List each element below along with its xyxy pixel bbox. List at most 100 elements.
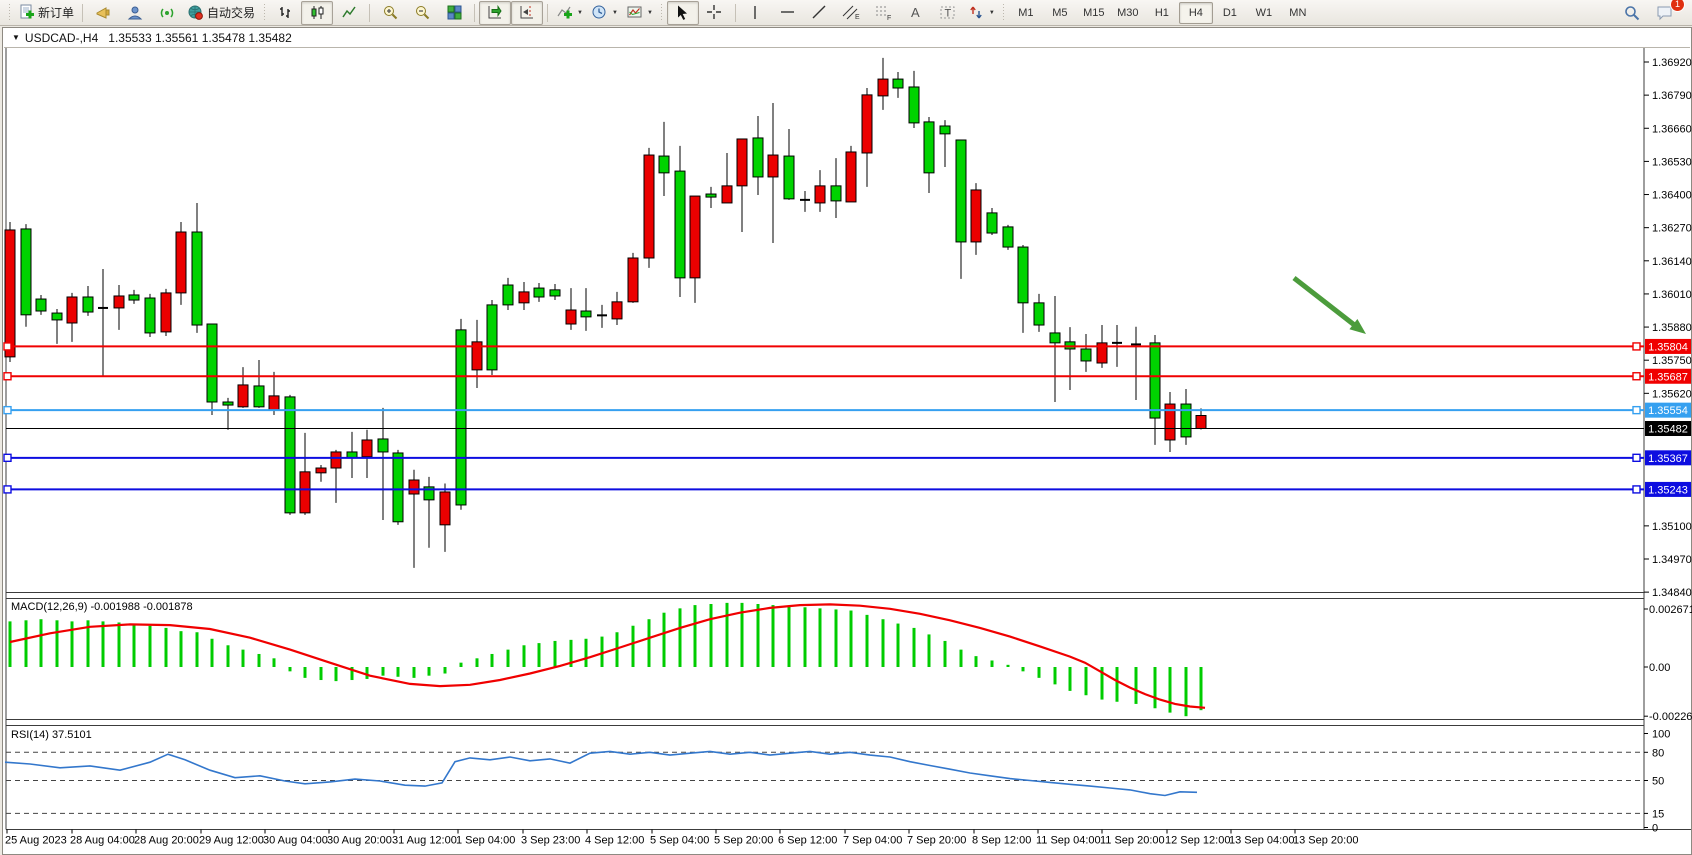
svg-text:1.35554: 1.35554: [1648, 405, 1688, 417]
text-label-icon: T: [939, 4, 956, 21]
auto-scroll-button[interactable]: [479, 1, 511, 25]
timeframe-button-MN[interactable]: MN: [1281, 2, 1315, 24]
svg-text:1.35367: 1.35367: [1648, 453, 1688, 465]
text-tool-button[interactable]: A: [900, 1, 932, 25]
auto-trading-button[interactable]: 自动交易: [183, 1, 259, 25]
svg-text:11 Sep 20:00: 11 Sep 20:00: [1100, 835, 1165, 847]
broadcast-button[interactable]: [87, 1, 119, 25]
svg-text:1.34970: 1.34970: [1652, 554, 1692, 566]
svg-text:1.35482: 1.35482: [1648, 424, 1688, 436]
line-chart-type-button[interactable]: [333, 1, 365, 25]
templates-button[interactable]: ▼: [622, 1, 657, 25]
svg-text:8 Sep 12:00: 8 Sep 12:00: [972, 835, 1031, 847]
search-icon: [1623, 4, 1641, 22]
arrows-tool-button[interactable]: ▼: [964, 1, 999, 25]
chart-shift-icon: [519, 4, 536, 21]
horizontal-line-icon: [779, 4, 796, 21]
rsi-label: RSI(14) 37.5101: [11, 729, 92, 741]
fibonacci-tool-button[interactable]: F: [868, 1, 900, 25]
svg-text:1.34840: 1.34840: [1652, 587, 1692, 599]
candlestick-chart-type-button[interactable]: [301, 1, 333, 25]
toolbar-grip: [262, 4, 266, 22]
crosshair-button[interactable]: [699, 1, 731, 25]
svg-text:1.36270: 1.36270: [1652, 223, 1692, 235]
signal-icon: [159, 4, 176, 21]
svg-text:1.36660: 1.36660: [1652, 123, 1692, 135]
time-axis[interactable]: 25 Aug 202328 Aug 04:0028 Aug 20:0029 Au…: [5, 830, 1358, 847]
search-button[interactable]: [1616, 1, 1648, 25]
indicators-icon: [556, 4, 573, 21]
svg-text:-0.002265: -0.002265: [1649, 711, 1692, 723]
new-order-button[interactable]: 新订单: [14, 1, 78, 25]
svg-text:1.36400: 1.36400: [1652, 190, 1692, 202]
chat-button[interactable]: 1: [1648, 1, 1680, 25]
separator: [474, 4, 475, 22]
auto-trading-label: 自动交易: [207, 4, 255, 21]
timeframe-button-M1[interactable]: M1: [1009, 2, 1043, 24]
timeframe-button-M5[interactable]: M5: [1043, 2, 1077, 24]
periods-button[interactable]: ▼: [587, 1, 622, 25]
mt5-window: 新订单: [0, 0, 1692, 855]
svg-text:A: A: [911, 5, 920, 20]
line-chart-icon: [341, 4, 358, 21]
svg-text:1.36140: 1.36140: [1652, 256, 1692, 268]
candlestick-icon: [309, 4, 326, 21]
svg-text:1.35100: 1.35100: [1652, 521, 1692, 533]
svg-text:0.00: 0.00: [1649, 662, 1670, 674]
svg-text:31 Aug 12:00: 31 Aug 12:00: [392, 835, 457, 847]
tile-windows-button[interactable]: [438, 1, 470, 25]
chart-menu-triangle-icon[interactable]: ▼: [12, 33, 20, 42]
timeframe-button-D1[interactable]: D1: [1213, 2, 1247, 24]
timeframe-button-H4[interactable]: H4: [1179, 2, 1213, 24]
svg-text:4 Sep 12:00: 4 Sep 12:00: [585, 835, 644, 847]
timeframe-button-M15[interactable]: M15: [1077, 2, 1111, 24]
auto-trading-icon: [187, 4, 204, 21]
text-icon: A: [907, 4, 924, 21]
timeframe-button-H1[interactable]: H1: [1145, 2, 1179, 24]
profile-icon: [127, 4, 144, 21]
svg-text:7 Sep 20:00: 7 Sep 20:00: [907, 835, 966, 847]
bar-chart-type-button[interactable]: [269, 1, 301, 25]
chart-shift-button[interactable]: [511, 1, 543, 25]
bar-chart-icon: [277, 4, 294, 21]
svg-text:25 Aug 2023: 25 Aug 2023: [5, 835, 67, 847]
svg-text:E: E: [855, 14, 860, 21]
crosshair-icon: [706, 4, 723, 21]
zoom-in-icon: [382, 4, 399, 21]
notification-badge: 1: [1670, 0, 1685, 12]
horizontal-line-tool-button[interactable]: [772, 1, 804, 25]
separator: [82, 4, 83, 22]
svg-text:1.36010: 1.36010: [1652, 289, 1692, 301]
svg-text:30 Aug 04:00: 30 Aug 04:00: [263, 835, 328, 847]
trendline-tool-button[interactable]: [804, 1, 836, 25]
toolbar-grip: [660, 4, 664, 22]
chart-title-bar[interactable]: ▼ USDCAD-,H4 1.35533 1.35561 1.35478 1.3…: [4, 28, 1690, 48]
svg-text:80: 80: [1652, 747, 1664, 759]
svg-text:1.35687: 1.35687: [1648, 371, 1688, 383]
timeframe-button-W1[interactable]: W1: [1247, 2, 1281, 24]
svg-text:13 Sep 04:00: 13 Sep 04:00: [1229, 835, 1294, 847]
indicators-button[interactable]: ▼: [552, 1, 587, 25]
new-order-label: 新订单: [38, 4, 74, 21]
svg-text:1.35880: 1.35880: [1652, 322, 1692, 334]
timeframe-button-M30[interactable]: M30: [1111, 2, 1145, 24]
zoom-in-button[interactable]: [374, 1, 406, 25]
chevron-down-icon: ▼: [577, 10, 583, 16]
svg-text:6 Sep 12:00: 6 Sep 12:00: [778, 835, 837, 847]
trendline-icon: [811, 4, 828, 21]
text-label-tool-button[interactable]: T: [932, 1, 964, 25]
svg-text:5 Sep 04:00: 5 Sep 04:00: [650, 835, 709, 847]
price-axis[interactable]: 1.369201.367901.366601.365301.364001.362…: [1644, 57, 1692, 835]
signal-button[interactable]: [151, 1, 183, 25]
vertical-line-tool-button[interactable]: [740, 1, 772, 25]
svg-text:50: 50: [1652, 776, 1664, 788]
svg-text:1.36920: 1.36920: [1652, 57, 1692, 69]
zoom-out-button[interactable]: [406, 1, 438, 25]
cursor-button[interactable]: [667, 1, 699, 25]
svg-text:1 Sep 04:00: 1 Sep 04:00: [456, 835, 515, 847]
svg-text:3 Sep 23:00: 3 Sep 23:00: [521, 835, 580, 847]
community-button[interactable]: [119, 1, 151, 25]
chart-canvas[interactable]: RSI(14) 37.5101MACD(12,26,9) -0.001988 -…: [0, 0, 1692, 855]
tile-windows-icon: [446, 4, 463, 21]
channel-tool-button[interactable]: E: [836, 1, 868, 25]
